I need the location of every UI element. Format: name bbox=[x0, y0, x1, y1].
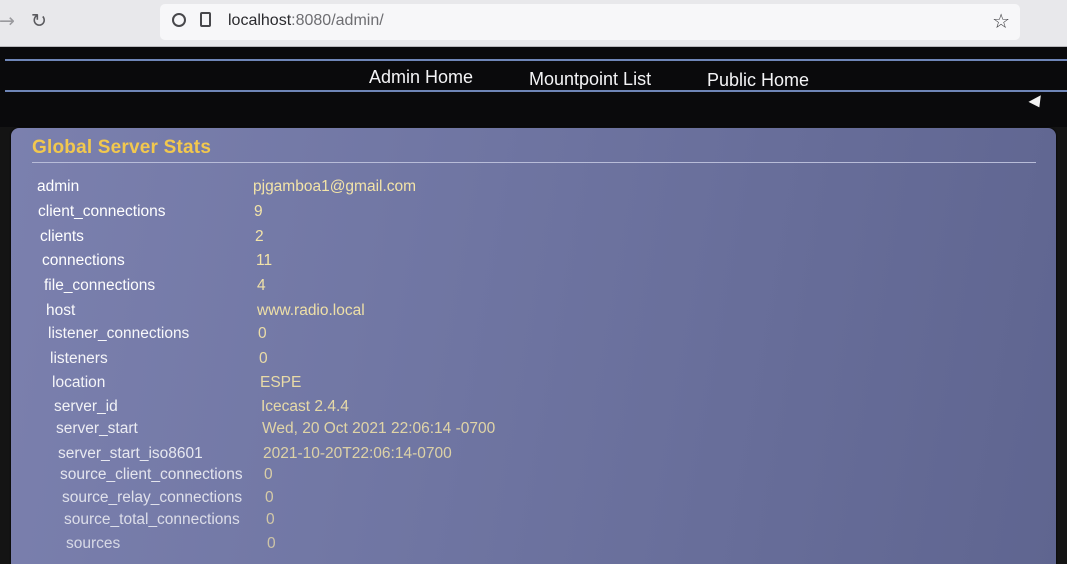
stat-key: listeners bbox=[50, 350, 108, 367]
stat-value: ESPE bbox=[260, 374, 302, 391]
stat-value: 11 bbox=[256, 252, 273, 269]
stat-value: 0 bbox=[267, 535, 276, 552]
stat-key: connections bbox=[42, 252, 125, 269]
stat-key: admin bbox=[37, 178, 80, 195]
header-divider-top bbox=[5, 59, 1067, 61]
url-text[interactable]: localhost:8080/admin/ bbox=[228, 12, 384, 30]
url-host: localhost bbox=[228, 12, 292, 29]
page-icon[interactable] bbox=[200, 12, 211, 27]
stat-key: host bbox=[46, 302, 76, 319]
url-path: :8080/admin/ bbox=[291, 12, 384, 29]
stat-key: source_client_connections bbox=[60, 466, 243, 483]
shield-icon[interactable] bbox=[172, 13, 186, 27]
browser-toolbar: → ↻ localhost:8080/admin/ ☆ bbox=[0, 0, 1067, 47]
stat-value: 2021-10-20T22:06:14-0700 bbox=[263, 445, 452, 462]
header-divider-bottom bbox=[5, 90, 1067, 92]
stat-key: server_start bbox=[56, 420, 138, 437]
admin-home-link[interactable]: Admin Home bbox=[369, 67, 473, 88]
stat-value: www.radio.local bbox=[257, 302, 365, 319]
mountpoint-list-link[interactable]: Mountpoint List bbox=[529, 69, 651, 90]
title-divider bbox=[32, 162, 1036, 163]
star-icon[interactable]: ☆ bbox=[992, 9, 1010, 33]
stat-value: Icecast 2.4.4 bbox=[261, 398, 349, 415]
global-server-stats-panel: Global Server Stats admin pjgamboa1@gmail… bbox=[11, 128, 1056, 564]
stat-key: source_relay_connections bbox=[62, 489, 243, 506]
section-title: Global Server Stats bbox=[32, 137, 212, 158]
stat-value: 9 bbox=[254, 203, 263, 220]
stat-key: server_start_iso8601 bbox=[58, 445, 203, 462]
stat-key: server_id bbox=[54, 398, 118, 415]
stat-value: 2 bbox=[255, 228, 264, 245]
stat-value: Wed, 20 Oct 2021 22:06:14 -0700 bbox=[262, 420, 496, 437]
stat-value: pjgamboa1@gmail.com bbox=[253, 178, 417, 195]
stat-key: location bbox=[52, 374, 106, 391]
stat-value: 0 bbox=[264, 466, 273, 483]
stat-key: clients bbox=[40, 228, 84, 245]
screen: → ↻ localhost:8080/admin/ ☆ Admin Home M… bbox=[0, 0, 1067, 564]
admin-header: Admin Home Mountpoint List Public Home bbox=[0, 47, 1067, 127]
stat-key: source_total_connections bbox=[64, 511, 240, 528]
public-home-link[interactable]: Public Home bbox=[707, 70, 809, 91]
back-arrow-icon[interactable]: → bbox=[0, 8, 20, 34]
url-bar[interactable]: localhost:8080/admin/ ☆ bbox=[160, 4, 1020, 40]
stat-key: client_connections bbox=[38, 203, 166, 220]
stat-value: 0 bbox=[266, 511, 275, 528]
stat-key: sources bbox=[66, 535, 121, 552]
stat-value: 0 bbox=[265, 489, 274, 506]
stat-key: listener_connections bbox=[48, 325, 190, 342]
reload-icon[interactable]: ↻ bbox=[26, 8, 52, 34]
stat-value: 4 bbox=[257, 277, 266, 294]
stat-key: file_connections bbox=[44, 277, 156, 294]
stat-value: 0 bbox=[259, 350, 268, 367]
stat-value: 0 bbox=[258, 325, 267, 342]
